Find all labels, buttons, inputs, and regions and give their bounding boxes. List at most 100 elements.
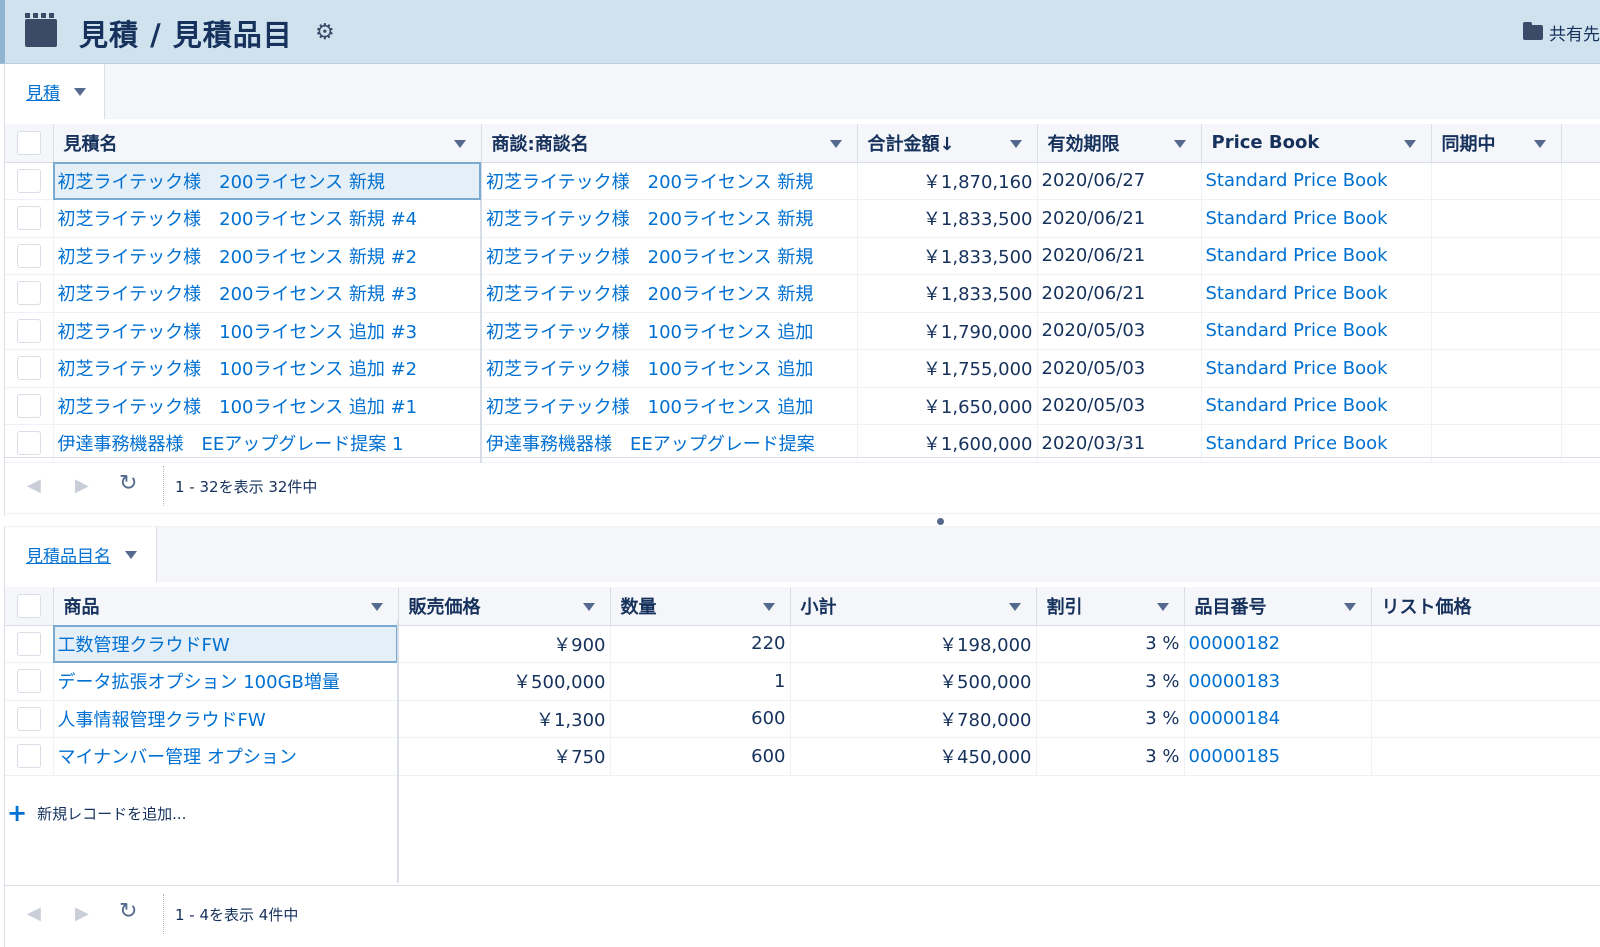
line-item-number-link[interactable]: 00000184 [1184,700,1372,738]
column-header-discount[interactable]: 割引 [1036,587,1185,626]
row-checkbox[interactable] [16,631,41,656]
chevron-down-icon[interactable] [74,87,86,96]
price-book-link[interactable]: Standard Price Book [1201,312,1432,350]
product-link[interactable]: 工数管理クラウドFW [53,625,399,663]
column-label: 品目番号 [1194,596,1267,618]
column-label: 有効期限 [1047,133,1120,155]
quote-name-link[interactable]: 初芝ライテック様 100ライセンス 追加 #3 [53,312,482,350]
table-header-row: 商品 販売価格 数量 小計 割引 品目番号 リスト価格 [5,587,1600,626]
column-header-price-book[interactable]: Price Book [1201,124,1432,163]
opportunity-name-link[interactable]: 初芝ライテック様 100ライセンス 追加 [481,349,858,388]
chevron-down-icon[interactable] [578,598,600,614]
row-checkbox[interactable] [16,168,41,193]
chevron-down-icon[interactable] [125,550,137,559]
row-checkbox[interactable] [16,393,41,418]
table-row[interactable]: マイナンバー管理 オプション ￥750 600 ￥450,000 3 % 00000185 [5,737,1600,776]
opportunity-name-link[interactable]: 初芝ライテック様 200ライセンス 新規 [481,237,858,275]
opportunity-name-link[interactable]: 初芝ライテック様 100ライセンス 追加 [481,312,858,350]
column-header-sales-price[interactable]: 販売価格 [398,587,611,626]
column-header-total-amount[interactable]: 合計金額↓ [857,124,1038,163]
column-header-opportunity-name[interactable]: 商談:商談名 [481,124,858,163]
line-item-number-link[interactable]: 00000182 [1184,625,1372,663]
table-row[interactable]: 人事情報管理クラウドFW ￥1,300 600 ￥780,000 3 % 00000184 [5,700,1600,738]
chevron-down-icon[interactable] [1529,135,1551,151]
chevron-down-icon[interactable] [1005,135,1027,151]
table-row[interactable]: 工数管理クラウドFW ￥900 220 ￥198,000 3 % 00000182 [5,625,1600,663]
quantity-cell: 220 [610,625,791,663]
column-header-list-price[interactable]: リスト価格 [1371,587,1600,626]
next-page-icon[interactable]: ▶ [75,903,89,924]
quote-name-link[interactable]: 初芝ライテック様 200ライセンス 新規 #4 [53,199,482,238]
table-row[interactable]: データ拡張オプション 100GB増量 ￥500,000 1 ￥500,000 3 % 00… [5,662,1600,701]
row-checkbox[interactable] [16,669,41,694]
tab-line-item-name-label[interactable]: 見積品目名 [26,542,111,567]
price-book-link[interactable]: Standard Price Book [1201,387,1432,425]
chevron-down-icon[interactable] [1339,598,1361,614]
column-header-expiration-date[interactable]: 有効期限 [1037,124,1202,163]
opportunity-name-link[interactable]: 初芝ライテック様 200ライセンス 新規 [481,274,858,313]
previous-page-icon[interactable]: ◀ [27,903,41,924]
table-row[interactable]: 初芝ライテック様 100ライセンス 追加 #1 初芝ライテック様 100ライセンス… [5,387,1600,425]
row-checkbox[interactable] [16,243,41,268]
splitter-handle[interactable] [937,518,944,525]
quote-name-link[interactable]: 初芝ライテック様 100ライセンス 追加 #2 [53,349,482,388]
chevron-down-icon[interactable] [1399,135,1421,151]
add-record-button[interactable]: + 新規レコードを追加... [7,799,186,827]
column-header-product[interactable]: 商品 [53,587,399,626]
refresh-icon[interactable]: ↻ [119,899,137,924]
tab-quotes-label[interactable]: 見積 [26,79,60,104]
tab-quotes[interactable]: 見積 [5,64,105,119]
chevron-down-icon[interactable] [1004,598,1026,614]
quote-name-link[interactable]: 初芝ライテック様 200ライセンス 新規 #3 [53,274,482,313]
quote-name-link[interactable]: 初芝ライテック様 200ライセンス 新規 [53,162,482,200]
opportunity-name-link[interactable]: 初芝ライテック様 100ライセンス 追加 [481,387,858,425]
column-header-quantity[interactable]: 数量 [610,587,791,626]
share-button[interactable]: 共有先 [1523,20,1600,45]
product-link[interactable]: 人事情報管理クラウドFW [53,700,399,738]
row-checkbox[interactable] [16,318,41,343]
select-all-checkbox[interactable] [16,593,41,618]
product-link[interactable]: データ拡張オプション 100GB増量 [53,662,399,701]
table-row[interactable]: 初芝ライテック様 200ライセンス 新規 #4 初芝ライテック様 200ライセンス… [5,199,1600,238]
opportunity-name-link[interactable]: 初芝ライテック様 200ライセンス 新規 [481,162,858,200]
column-header-subtotal[interactable]: 小計 [790,587,1037,626]
column-header-syncing[interactable]: 同期中 [1431,124,1562,163]
product-link[interactable]: マイナンバー管理 オプション [53,737,399,776]
price-book-link[interactable]: Standard Price Book [1201,274,1432,313]
price-book-link[interactable]: Standard Price Book [1201,237,1432,275]
chevron-down-icon[interactable] [1169,135,1191,151]
tab-line-item-name[interactable]: 見積品目名 [5,527,157,582]
quote-name-link[interactable]: 初芝ライテック様 100ライセンス 追加 #1 [53,387,482,425]
chevron-down-icon[interactable] [825,135,847,151]
gear-icon[interactable]: ⚙ [315,20,335,45]
table-row[interactable]: 初芝ライテック様 200ライセンス 新規 #2 初芝ライテック様 200ライセンス… [5,237,1600,275]
row-checkbox[interactable] [16,431,41,456]
previous-page-icon[interactable]: ◀ [27,475,41,496]
row-checkbox[interactable] [16,744,41,769]
row-checkbox[interactable] [16,356,41,381]
refresh-icon[interactable]: ↻ [119,471,137,496]
table-row[interactable]: 初芝ライテック様 100ライセンス 追加 #2 初芝ライテック様 100ライセンス… [5,349,1600,388]
table-row[interactable]: 初芝ライテック様 100ライセンス 追加 #3 初芝ライテック様 100ライセンス… [5,312,1600,350]
column-header-line-item-number[interactable]: 品目番号 [1184,587,1372,626]
line-item-number-link[interactable]: 00000183 [1184,662,1372,701]
column-header-quote-name[interactable]: 見積名 [53,124,482,163]
price-book-link[interactable]: Standard Price Book [1201,349,1432,388]
line-item-number-link[interactable]: 00000185 [1184,737,1372,776]
price-book-link[interactable]: Standard Price Book [1201,199,1432,238]
subtotal-cell: ￥198,000 [790,625,1037,663]
chevron-down-icon[interactable] [1152,598,1174,614]
chevron-down-icon[interactable] [366,598,388,614]
next-page-icon[interactable]: ▶ [75,475,89,496]
quote-name-link[interactable]: 初芝ライテック様 200ライセンス 新規 #2 [53,237,482,275]
table-row[interactable]: 初芝ライテック様 200ライセンス 新規 初芝ライテック様 200ライセンス 新規… [5,162,1600,200]
row-checkbox[interactable] [16,281,41,306]
table-row[interactable]: 初芝ライテック様 200ライセンス 新規 #3 初芝ライテック様 200ライセンス… [5,274,1600,313]
chevron-down-icon[interactable] [758,598,780,614]
select-all-checkbox[interactable] [16,130,41,155]
chevron-down-icon[interactable] [449,135,471,151]
price-book-link[interactable]: Standard Price Book [1201,162,1432,200]
row-checkbox[interactable] [16,206,41,231]
opportunity-name-link[interactable]: 初芝ライテック様 200ライセンス 新規 [481,199,858,238]
row-checkbox[interactable] [16,706,41,731]
